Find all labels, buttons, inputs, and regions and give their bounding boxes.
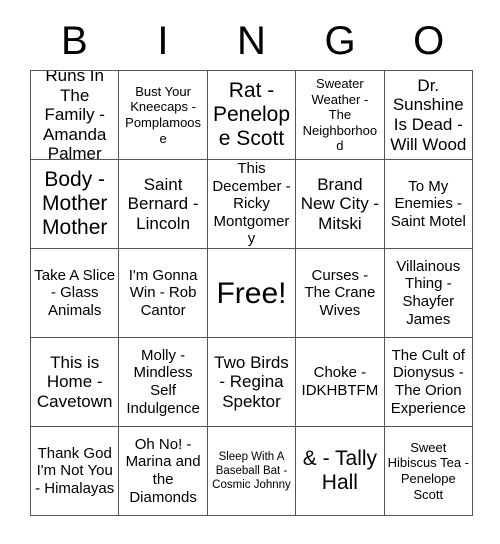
bingo-cell-label: Choke - IDKHBTFM	[301, 364, 379, 399]
bingo-free-label: Free!	[216, 276, 287, 310]
bingo-cell-r3c4[interactable]: Curses - The Crane Wives	[296, 249, 385, 338]
bingo-cell-label: The Cult of Dionysus - The Orion Experie…	[390, 346, 466, 417]
bingo-header-letter-g: G	[324, 19, 356, 63]
bingo-cell-r4c3[interactable]: Two Birds - Regina Spektor	[207, 338, 297, 427]
bingo-grid: Runs In The Family - Amanda Palmer Bust …	[30, 70, 473, 516]
bingo-cell-free-space[interactable]: Free!	[207, 249, 297, 338]
bingo-cell-label: Take A Slice - Glass Animals	[34, 266, 116, 319]
bingo-header-letter-b: B	[60, 19, 88, 63]
bingo-cell-label: & - Tally Hall	[302, 447, 378, 494]
bingo-cell-r5c2[interactable]: Oh No! - Marina and the Diamonds	[119, 427, 208, 516]
bingo-cell-label: Molly - Mindless Self Indulgence	[126, 346, 200, 417]
bingo-cell-r2c3[interactable]: This December - Ricky Montgomery	[207, 160, 297, 249]
bingo-cell-label: Sweater Weather - The Neighborhood	[302, 76, 378, 154]
bingo-header-letter-i: I	[157, 19, 169, 63]
bingo-cell-label: Villainous Thing - Shayfer James	[396, 257, 461, 328]
bingo-cell-r3c1[interactable]: Take A Slice - Glass Animals	[31, 249, 120, 338]
bingo-cell-r3c5[interactable]: Villainous Thing - Shayfer James	[384, 249, 473, 338]
bingo-cell-r1c5[interactable]: Dr. Sunshine Is Dead - Will Wood	[384, 71, 473, 160]
bingo-cell-r5c4[interactable]: & - Tally Hall	[296, 427, 385, 516]
bingo-cell-label: Sweet Hibiscus Tea - Penelope Scott	[387, 439, 469, 502]
bingo-cell-r4c5[interactable]: The Cult of Dionysus - The Orion Experie…	[384, 338, 473, 427]
bingo-cell-r2c4[interactable]: Brand New City - Mitski	[296, 160, 385, 249]
bingo-cell-label: Body - Mother Mother	[42, 168, 108, 239]
bingo-header-row: B I N G O	[30, 14, 473, 68]
bingo-cell-label: To My Enemies - Saint Motel	[390, 177, 466, 230]
bingo-cell-r2c1[interactable]: Body - Mother Mother	[31, 160, 120, 249]
bingo-cell-r5c1[interactable]: Thank God I'm Not You - Himalayas	[31, 427, 120, 516]
bingo-cell-label: Thank God I'm Not You - Himalayas	[35, 444, 115, 497]
bingo-cell-r3c2[interactable]: I'm Gonna Win - Rob Cantor	[119, 249, 208, 338]
bingo-cell-r5c5[interactable]: Sweet Hibiscus Tea - Penelope Scott	[384, 427, 473, 516]
bingo-cell-label: Two Birds - Regina Spektor	[214, 352, 289, 411]
bingo-cell-label: This December - Ricky Montgomery	[212, 160, 291, 248]
bingo-cell-label: Saint Bernard - Lincoln	[127, 174, 199, 233]
bingo-cell-r2c2[interactable]: Saint Bernard - Lincoln	[119, 160, 208, 249]
bingo-cell-r4c4[interactable]: Choke - IDKHBTFM	[296, 338, 385, 427]
bingo-cell-label: Dr. Sunshine Is Dead - Will Wood	[390, 75, 467, 154]
bingo-cell-r4c2[interactable]: Molly - Mindless Self Indulgence	[119, 338, 208, 427]
bingo-cell-label: Rat - Penelope Scott	[212, 79, 291, 150]
bingo-cell-label: Bust Your Kneecaps - Pomplamoose	[125, 83, 202, 146]
bingo-cell-r1c2[interactable]: Bust Your Kneecaps - Pomplamoose	[119, 71, 208, 160]
bingo-cell-label: Sleep With A Baseball Bat - Cosmic Johnn…	[212, 450, 291, 491]
bingo-header-letter-o: O	[413, 19, 445, 63]
bingo-cell-label: I'm Gonna Win - Rob Cantor	[128, 266, 198, 319]
bingo-cell-r4c1[interactable]: This is Home - Cavetown	[31, 338, 120, 427]
bingo-header-letter-n: N	[237, 19, 266, 63]
bingo-cell-r1c4[interactable]: Sweater Weather - The Neighborhood	[296, 71, 385, 160]
bingo-cell-label: Runs In The Family - Amanda Palmer	[43, 71, 107, 160]
bingo-cell-r5c3[interactable]: Sleep With A Baseball Bat - Cosmic Johnn…	[207, 427, 297, 516]
bingo-cell-label: Brand New City - Mitski	[300, 174, 380, 233]
bingo-cell-label: Curses - The Crane Wives	[304, 266, 376, 319]
bingo-cell-label: This is Home - Cavetown	[36, 352, 113, 411]
bingo-cell-r1c3[interactable]: Rat - Penelope Scott	[207, 71, 297, 160]
bingo-card: B I N G O Runs In The Family - Amanda Pa…	[0, 0, 500, 544]
bingo-cell-r1c1[interactable]: Runs In The Family - Amanda Palmer	[31, 71, 120, 160]
bingo-cell-r2c5[interactable]: To My Enemies - Saint Motel	[384, 160, 473, 249]
bingo-cell-label: Oh No! - Marina and the Diamonds	[125, 435, 201, 506]
